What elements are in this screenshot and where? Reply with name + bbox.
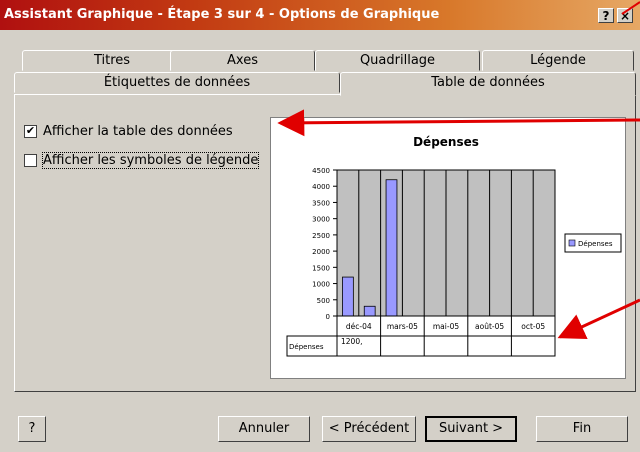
legend-label: Dépenses: [578, 240, 613, 248]
y-tick-label: 4500: [312, 167, 330, 175]
show-table-checkbox[interactable]: ✔: [24, 125, 37, 138]
y-tick-label: 2000: [312, 248, 330, 256]
tab-legende[interactable]: Légende: [482, 50, 634, 71]
close-button[interactable]: ×: [617, 8, 633, 23]
chart-svg: Dépenses 0 500 1000 1500 2000 2500 3000 3500 4000…: [286, 135, 622, 357]
x-category-label: août-05: [475, 322, 504, 331]
table-cell: 1200,: [341, 337, 362, 346]
tab-row-2: Étiquettes de données Table de données: [0, 72, 640, 96]
y-tick-label: 1000: [312, 281, 330, 289]
y-tick-label: 500: [317, 297, 330, 305]
tab-row-1: Titres Axes Quadrillage Légende: [0, 50, 640, 71]
next-button[interactable]: Suivant >: [425, 416, 517, 442]
show-legend-keys-label[interactable]: Afficher les symboles de légende: [41, 152, 260, 169]
cancel-button[interactable]: Annuler: [218, 416, 310, 442]
y-tick-label: 4000: [312, 183, 330, 191]
bar: [342, 276, 354, 317]
table-row-label: Dépenses: [289, 343, 324, 351]
show-legend-keys-option[interactable]: Afficher les symboles de légende: [24, 152, 260, 169]
tab-quadrillage[interactable]: Quadrillage: [315, 50, 480, 71]
show-legend-keys-checkbox[interactable]: [24, 154, 37, 167]
x-category-label: mars-05: [387, 322, 418, 331]
help-button[interactable]: ?: [18, 416, 46, 442]
show-table-option[interactable]: ✔ Afficher la table des données: [24, 124, 233, 139]
y-tick-label: 0: [326, 313, 330, 321]
y-tick-label: 3500: [312, 199, 330, 207]
tab-table-donnees[interactable]: Table de données: [340, 72, 636, 96]
chart-title: Dépenses: [413, 135, 479, 149]
finish-button[interactable]: Fin: [536, 416, 628, 442]
help-title-button[interactable]: ?: [598, 8, 614, 23]
title-bar: Assistant Graphique - Étape 3 sur 4 - Op…: [0, 0, 640, 30]
legend-swatch: [568, 239, 576, 247]
x-category-label: oct-05: [521, 322, 545, 331]
tab-etiquettes[interactable]: Étiquettes de données: [14, 72, 340, 93]
tab-axes[interactable]: Axes: [170, 50, 315, 71]
y-tick-label: 1500: [312, 264, 330, 272]
bar: [363, 305, 376, 317]
bar: [385, 179, 398, 317]
x-category-label: mai-05: [433, 322, 459, 331]
chart-preview: Dépenses 0 500 1000 1500 2000 2500 3000 3500 4000…: [270, 117, 626, 379]
prev-button[interactable]: < Précédent: [322, 416, 416, 442]
y-tick-label: 2500: [312, 232, 330, 240]
x-category-label: déc-04: [346, 322, 372, 331]
show-table-label[interactable]: Afficher la table des données: [43, 124, 233, 139]
y-tick-label: 3000: [312, 216, 330, 224]
window-title: Assistant Graphique - Étape 3 sur 4 - Op…: [4, 7, 440, 22]
